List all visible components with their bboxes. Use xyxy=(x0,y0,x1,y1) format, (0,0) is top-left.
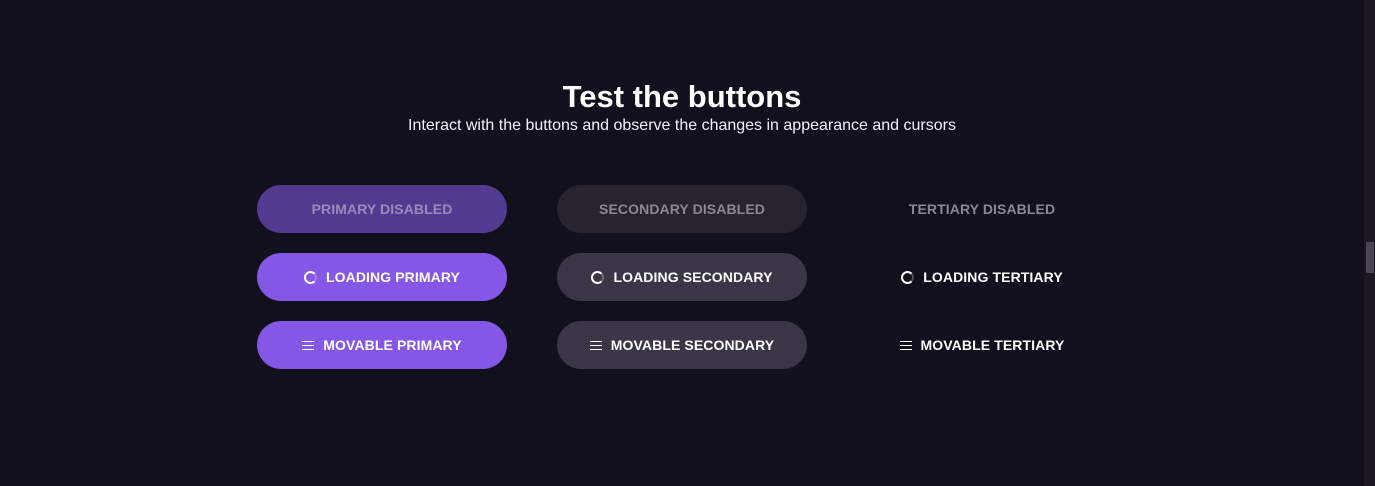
loading-primary-button[interactable]: LOADING PRIMARY xyxy=(257,253,507,301)
spinner-icon xyxy=(591,270,605,284)
secondary-disabled-button[interactable]: SECONDARY DISABLED xyxy=(557,185,807,233)
drag-handle-icon xyxy=(302,340,315,350)
spinner-icon xyxy=(304,270,317,284)
loading-tertiary-button[interactable]: LOADING TERTIARY xyxy=(857,253,1107,301)
movable-primary-button[interactable]: MOVABLE PRIMARY xyxy=(257,321,507,369)
vertical-scrollbar[interactable] xyxy=(1364,0,1375,486)
drag-handle-icon xyxy=(589,340,602,350)
movable-tertiary-button[interactable]: MOVABLE TERTIARY xyxy=(857,321,1107,369)
button-label: MOVABLE TERTIARY xyxy=(920,337,1065,353)
button-label: SECONDARY DISABLED xyxy=(599,201,765,217)
primary-disabled-button[interactable]: PRIMARY DISABLED xyxy=(257,185,507,233)
page: Test the buttons Interact with the butto… xyxy=(0,0,1375,486)
scrollbar-thumb[interactable] xyxy=(1366,242,1374,273)
button-label: TERTIARY DISABLED xyxy=(908,201,1056,217)
button-label: LOADING TERTIARY xyxy=(923,269,1063,285)
drag-handle-icon xyxy=(899,340,912,350)
button-label: MOVABLE PRIMARY xyxy=(323,337,462,353)
tertiary-disabled-button[interactable]: TERTIARY DISABLED xyxy=(857,185,1107,233)
loading-secondary-button[interactable]: LOADING SECONDARY xyxy=(557,253,807,301)
page-title: Test the buttons xyxy=(562,79,802,114)
button-label: PRIMARY DISABLED xyxy=(311,201,453,217)
spinner-icon xyxy=(901,270,915,284)
page-subtitle: Interact with the buttons and observe th… xyxy=(408,117,956,134)
movable-secondary-button[interactable]: MOVABLE SECONDARY xyxy=(557,321,807,369)
button-label: LOADING PRIMARY xyxy=(326,269,460,285)
button-label: MOVABLE SECONDARY xyxy=(610,337,775,353)
button-label: LOADING SECONDARY xyxy=(613,269,773,285)
